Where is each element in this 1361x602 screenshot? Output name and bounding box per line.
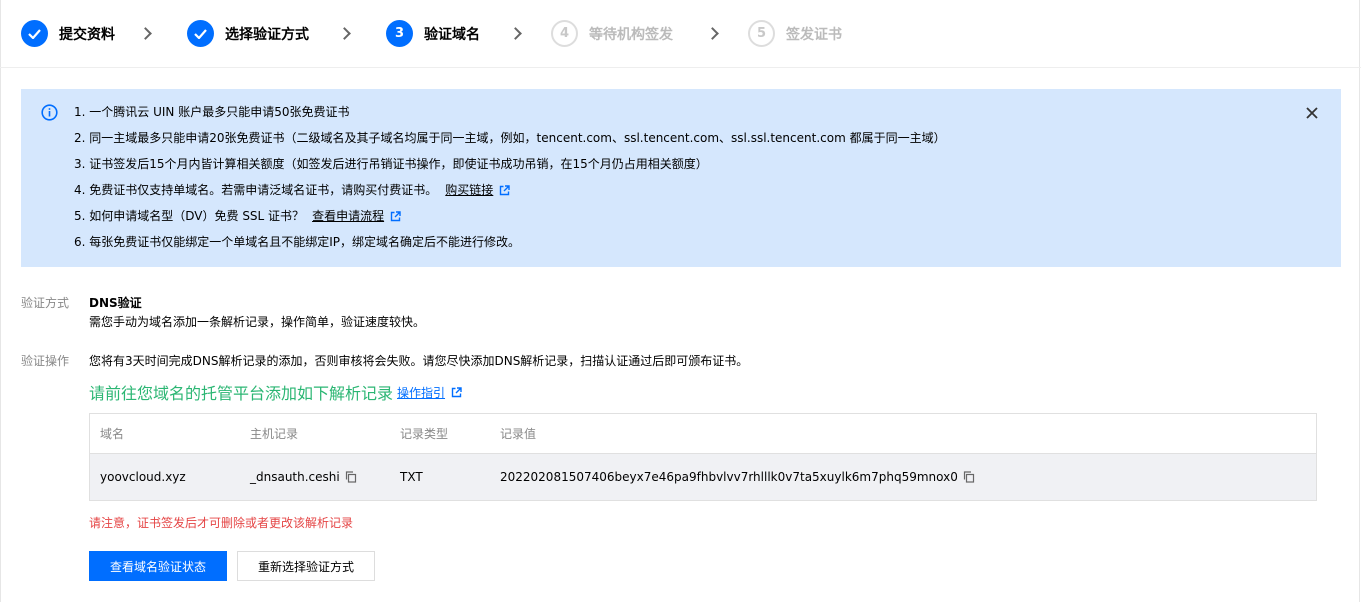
dns-record-table: 域名 主机记录 记录类型 记录值 yoovcloud.xyz _dnsauth.… xyxy=(89,413,1317,501)
cell-host: _dnsauth.ceshi xyxy=(240,470,390,484)
notice-panel: 1. 一个腾讯云 UIN 账户最多只能申请50张免费证书 2. 同一主域最多只能… xyxy=(21,89,1341,267)
step-progress: 提交资料 选择验证方式 3 验证域名 4 等待机构签发 5 签发证书 xyxy=(0,0,1361,68)
notice-list: 1. 一个腾讯云 UIN 账户最多只能申请50张免费证书 2. 同一主域最多只能… xyxy=(74,104,946,260)
operation-description: 您将有3天时间完成DNS解析记录的添加，否则审核将会失败。请您尽快添加DNS解析… xyxy=(89,354,749,368)
step-issue-cert: 5 签发证书 xyxy=(748,20,842,47)
header-host: 主机记录 xyxy=(250,427,299,441)
step-label: 提交资料 xyxy=(59,26,115,43)
warning-text: 请注意，证书签发后才可删除或者更改该解析记录 xyxy=(89,516,354,530)
notice-item: 4. 免费证书仅支持单域名。若需申请泛域名证书，请购买付费证书。 购买链接 xyxy=(74,182,946,208)
cell-type: TXT xyxy=(400,470,423,484)
table-row: yoovcloud.xyz _dnsauth.ceshi TXT 2022020… xyxy=(90,454,1316,500)
step-label: 验证域名 xyxy=(424,26,480,43)
external-link-icon[interactable] xyxy=(451,386,462,398)
table-header: 域名 主机记录 记录类型 记录值 xyxy=(90,414,1316,454)
step-submit-info: 提交资料 xyxy=(21,20,115,47)
notice-item: 5. 如何申请域名型（DV）免费 SSL 证书？ 查看申请流程 xyxy=(74,208,946,234)
chevron-right-icon xyxy=(509,27,522,40)
cell-domain: yoovcloud.xyz xyxy=(100,470,186,484)
step-await-issue: 4 等待机构签发 xyxy=(551,20,673,47)
notice-item: 6. 每张免费证书仅能绑定一个单域名且不能绑定IP，绑定域名确定后不能进行修改。 xyxy=(74,235,521,249)
copy-icon[interactable] xyxy=(963,471,975,483)
chevron-right-icon xyxy=(338,27,351,40)
cell-value: 202202081507406beyx7e46pa9fhbvlvv7rhlllk… xyxy=(490,470,1316,484)
header-domain: 域名 xyxy=(100,427,125,441)
guide-title: 请前往您域名的托管平台添加如下解析记录 xyxy=(89,384,394,403)
external-link-icon[interactable] xyxy=(499,185,510,196)
guide-link-label[interactable]: 操作指引 xyxy=(397,384,445,401)
operation-label: 验证操作 xyxy=(21,354,70,368)
copy-icon[interactable] xyxy=(345,471,357,483)
reselect-method-button[interactable]: 重新选择验证方式 xyxy=(237,551,375,581)
chevron-right-icon xyxy=(706,27,719,40)
step-number: 4 xyxy=(551,20,578,47)
info-icon xyxy=(41,104,58,121)
step-number: 5 xyxy=(748,20,775,47)
check-icon xyxy=(21,20,48,47)
method-title: DNS验证 xyxy=(89,296,142,310)
notice-item: 1. 一个腾讯云 UIN 账户最多只能申请50张免费证书 xyxy=(74,105,350,119)
step-label: 签发证书 xyxy=(786,26,842,43)
close-icon[interactable] xyxy=(1305,106,1319,120)
step-select-method: 选择验证方式 xyxy=(187,20,309,47)
external-link-icon[interactable] xyxy=(390,211,401,222)
guide-line: 请前往您域名的托管平台添加如下解析记录 操作指引 xyxy=(89,380,462,404)
notice-item: 2. 同一主域最多只能申请20张免费证书（二级域名及其子域名均属于同一主域，例如… xyxy=(74,131,946,145)
check-status-button[interactable]: 查看域名验证状态 xyxy=(89,551,227,581)
method-description: 需您手动为域名添加一条解析记录，操作简单，验证速度较快。 xyxy=(89,315,426,329)
method-label: 验证方式 xyxy=(21,296,70,310)
process-link[interactable]: 查看申请流程 xyxy=(312,208,384,225)
notice-item: 3. 证书签发后15个月内皆计算相关额度（如签发后进行吊销证书操作，即使证书成功… xyxy=(74,157,708,171)
step-label: 等待机构签发 xyxy=(589,26,673,43)
buy-link[interactable]: 购买链接 xyxy=(445,182,493,199)
chevron-right-icon xyxy=(139,27,152,40)
header-value: 记录值 xyxy=(500,427,537,441)
header-type: 记录类型 xyxy=(400,427,449,441)
step-verify-domain: 3 验证域名 xyxy=(386,20,480,47)
check-icon xyxy=(187,20,214,47)
step-number: 3 xyxy=(386,20,413,47)
step-label: 选择验证方式 xyxy=(225,26,309,43)
guide-link[interactable]: 操作指引 xyxy=(397,384,462,401)
